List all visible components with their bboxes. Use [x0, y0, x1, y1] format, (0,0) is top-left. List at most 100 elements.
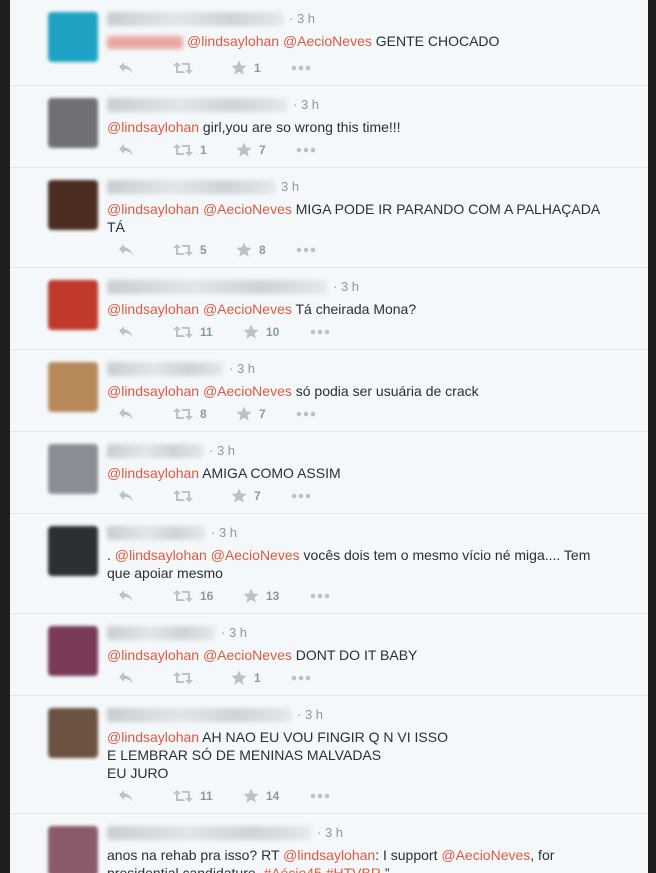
- tweet-header: · 3 h: [107, 360, 255, 378]
- reply-button[interactable]: [118, 669, 134, 687]
- reply-button[interactable]: [118, 487, 134, 505]
- reply-button[interactable]: [118, 323, 134, 341]
- retweet-button[interactable]: 5: [173, 241, 207, 259]
- tweet[interactable]: · 3 h @lindsaylohan @AecioNeves DONT DO …: [10, 614, 648, 696]
- avatar[interactable]: [48, 280, 98, 330]
- tweet[interactable]: · 3 h @lindsaylohan @AecioNeves só podia…: [10, 350, 648, 432]
- mention-link[interactable]: @lindsaylohan: [107, 201, 199, 217]
- avatar[interactable]: [48, 708, 98, 758]
- mention-link[interactable]: @lindsaylohan: [107, 647, 199, 663]
- mention-link[interactable]: @lindsaylohan: [187, 33, 279, 49]
- favorite-button[interactable]: 7: [236, 405, 266, 423]
- mention-link[interactable]: @lindsaylohan: [107, 301, 199, 317]
- more-button[interactable]: [310, 587, 330, 605]
- retweet-button[interactable]: [173, 669, 193, 687]
- mention-link[interactable]: @lindsaylohan: [107, 465, 199, 481]
- mention-link[interactable]: @lindsaylohan: [107, 119, 199, 135]
- more-icon: [310, 593, 330, 599]
- retweet-button[interactable]: [173, 59, 193, 77]
- timestamp[interactable]: · 3 h: [289, 11, 315, 26]
- mention-link[interactable]: @lindsaylohan: [107, 729, 199, 745]
- tweet-actions: 1: [110, 59, 370, 77]
- retweet-button[interactable]: 11: [173, 323, 213, 341]
- user-name[interactable]: [107, 279, 327, 294]
- mention-link[interactable]: @lindsaylohan: [115, 547, 207, 563]
- mention-link[interactable]: @AecioNeves: [203, 201, 292, 217]
- more-button[interactable]: [296, 241, 316, 259]
- timestamp[interactable]: · 3 h: [297, 707, 323, 722]
- mention-link[interactable]: @AecioNeves: [203, 383, 292, 399]
- hashtag-link[interactable]: #HTVBR: [326, 865, 381, 873]
- user-name[interactable]: [107, 97, 287, 112]
- retweet-button[interactable]: 16: [173, 587, 213, 605]
- more-button[interactable]: [296, 141, 316, 159]
- tweet[interactable]: · 3 h . @lindsaylohan @AecioNeves vocês …: [10, 514, 648, 614]
- retweet-button[interactable]: [173, 487, 193, 505]
- more-button[interactable]: [291, 59, 311, 77]
- more-button[interactable]: [291, 669, 311, 687]
- mention-link[interactable]: @AecioNeves: [203, 301, 292, 317]
- user-name[interactable]: [107, 525, 205, 540]
- avatar[interactable]: [48, 526, 98, 576]
- avatar[interactable]: [48, 98, 98, 148]
- favorite-button[interactable]: 8: [236, 241, 266, 259]
- tweet[interactable]: · 3 h @lindsaylohan AH NAO EU VOU FINGIR…: [10, 696, 648, 814]
- favorite-button[interactable]: 1: [231, 59, 261, 77]
- tweet[interactable]: · 3 h @lindsaylohan girl,you are so wron…: [10, 86, 648, 168]
- timestamp[interactable]: · 3 h: [293, 97, 319, 112]
- user-name[interactable]: [107, 11, 283, 26]
- user-name[interactable]: [107, 443, 203, 458]
- tweet[interactable]: 3 h @lindsaylohan @AecioNeves MIGA PODE …: [10, 168, 648, 268]
- timestamp[interactable]: · 3 h: [211, 525, 237, 540]
- user-name[interactable]: [107, 179, 275, 194]
- more-button[interactable]: [296, 405, 316, 423]
- user-name[interactable]: [107, 625, 215, 640]
- user-name[interactable]: [107, 361, 223, 376]
- avatar[interactable]: [48, 362, 98, 412]
- reply-button[interactable]: [118, 141, 134, 159]
- mention-link[interactable]: @AecioNeves: [211, 547, 300, 563]
- more-button[interactable]: [310, 323, 330, 341]
- timestamp[interactable]: · 3 h: [229, 361, 255, 376]
- avatar[interactable]: [48, 826, 98, 873]
- timestamp[interactable]: · 3 h: [333, 279, 359, 294]
- avatar[interactable]: [48, 444, 98, 494]
- favorite-button[interactable]: 13: [243, 587, 279, 605]
- avatar[interactable]: [48, 626, 98, 676]
- star-icon: [236, 406, 252, 421]
- retweet-button[interactable]: 11: [173, 787, 213, 805]
- favorite-button[interactable]: 1: [231, 669, 261, 687]
- favorite-button[interactable]: 7: [231, 487, 261, 505]
- avatar[interactable]: [48, 180, 98, 230]
- timestamp[interactable]: · 3 h: [209, 443, 235, 458]
- mention-link[interactable]: @AecioNeves: [203, 647, 292, 663]
- favorite-button[interactable]: 14: [243, 787, 279, 805]
- retweet-button[interactable]: 8: [173, 405, 207, 423]
- mention-link[interactable]: @lindsaylohan: [107, 383, 199, 399]
- timestamp[interactable]: · 3 h: [221, 625, 247, 640]
- retweet-button[interactable]: 1: [173, 141, 207, 159]
- mention-link[interactable]: @AecioNeves: [283, 33, 372, 49]
- reply-button[interactable]: [118, 405, 134, 423]
- reply-button[interactable]: [118, 587, 134, 605]
- favorite-button[interactable]: 10: [243, 323, 279, 341]
- tweet[interactable]: · 3 h anos na rehab pra isso? RT @lindsa…: [10, 814, 648, 873]
- reply-button[interactable]: [118, 787, 134, 805]
- reply-button[interactable]: [118, 59, 134, 77]
- timestamp[interactable]: · 3 h: [317, 825, 343, 840]
- mention-link[interactable]: @AecioNeves: [441, 847, 530, 863]
- tweet[interactable]: · 3 h @lindsaylohan AMIGA COMO ASSIM 7: [10, 432, 648, 514]
- tweet[interactable]: · 3 h @lindsaylohan @AecioNeves GENTE CH…: [10, 0, 648, 86]
- favorite-button[interactable]: 7: [236, 141, 266, 159]
- timestamp[interactable]: 3 h: [281, 179, 299, 194]
- reply-button[interactable]: [118, 241, 134, 259]
- more-button[interactable]: [291, 487, 311, 505]
- user-name[interactable]: [107, 707, 291, 722]
- more-button[interactable]: [310, 787, 330, 805]
- mention-link[interactable]: @lindsaylohan: [283, 847, 375, 863]
- tweet[interactable]: · 3 h @lindsaylohan @AecioNeves Tá cheir…: [10, 268, 648, 350]
- hashtag-link[interactable]: #Aécio45: [263, 865, 321, 873]
- mention-link[interactable]: [107, 35, 183, 49]
- avatar[interactable]: [48, 12, 98, 62]
- user-name[interactable]: [107, 825, 311, 840]
